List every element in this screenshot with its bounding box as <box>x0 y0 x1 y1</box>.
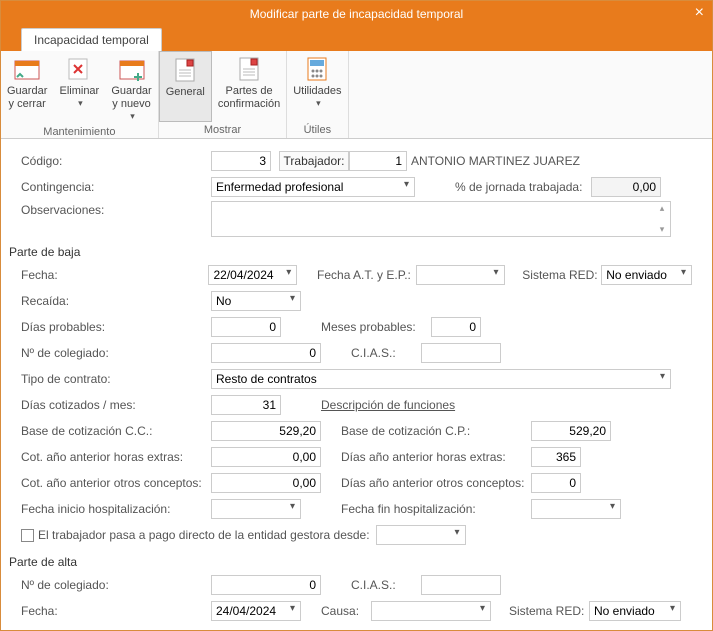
label-fecha-inicio-hosp: Fecha inicio hospitalización: <box>21 502 211 516</box>
fecha-fin-hosp-field[interactable] <box>531 499 621 519</box>
save-new-label: Guardar y nuevo <box>111 85 151 111</box>
save-new-icon <box>117 55 147 83</box>
pago-directo-fecha-field[interactable] <box>376 525 466 545</box>
delete-button[interactable]: Eliminar ▾ <box>53 51 105 124</box>
tipo-contrato-select[interactable] <box>211 369 671 389</box>
group-label-show: Mostrar <box>159 122 287 138</box>
label-cias-alta: C.I.A.S.: <box>351 578 421 592</box>
dias-probables-field[interactable] <box>211 317 281 337</box>
link-descripcion-funciones[interactable]: Descripción de funciones <box>321 398 455 412</box>
save-close-label: Guardar y cerrar <box>7 85 47 111</box>
label-dias-cotizados-mes: Días cotizados / mes: <box>21 398 211 412</box>
observaciones-field[interactable]: ▴▾ <box>211 201 671 237</box>
label-pct-jornada: % de jornada trabajada: <box>455 180 591 194</box>
label-alta-sistema-red: Sistema RED: <box>509 604 589 618</box>
trabajador-num-field[interactable] <box>349 151 407 171</box>
ribbon-group-utils: Utilidades ▾ Útiles <box>287 51 348 138</box>
pct-jornada-field[interactable] <box>591 177 661 197</box>
group-label-utils: Útiles <box>287 122 347 138</box>
baja-sistema-red-select[interactable] <box>601 265 692 285</box>
dialog-window: Modificar parte de incapacidad temporal … <box>0 0 713 631</box>
chevron-down-icon: ▾ <box>78 98 83 109</box>
window-title: Modificar parte de incapacidad temporal <box>250 7 463 21</box>
scroll-arrows[interactable]: ▴▾ <box>655 203 669 235</box>
calculator-icon <box>302 55 332 83</box>
label-meses-probables: Meses probables: <box>321 320 431 334</box>
ribbon: Guardar y cerrar Eliminar ▾ Guardar y nu… <box>1 51 712 139</box>
general-label: General <box>166 86 205 99</box>
label-baja-sistema-red: Sistema RED: <box>522 268 601 282</box>
n-colegiado-baja-field[interactable] <box>211 343 321 363</box>
label-alta-fecha: Fecha: <box>21 604 211 618</box>
label-dias-ano-ant-otros: Días año anterior otros conceptos: <box>341 476 531 490</box>
meses-probables-field[interactable] <box>431 317 481 337</box>
tab-strip: Incapacidad temporal <box>1 27 712 51</box>
trabajador-name: ANTONIO MARTINEZ JUAREZ <box>411 154 580 168</box>
label-pago-directo: El trabajador pasa a pago directo de la … <box>38 528 370 542</box>
title-bar: Modificar parte de incapacidad temporal … <box>1 1 712 27</box>
utilities-label: Utilidades <box>293 85 341 98</box>
utilities-button[interactable]: Utilidades ▾ <box>287 51 347 122</box>
save-close-button[interactable]: Guardar y cerrar <box>1 51 53 124</box>
group-label-maintenance: Mantenimiento <box>1 124 158 140</box>
dias-cotizados-mes-field[interactable] <box>211 395 281 415</box>
contingencia-select[interactable] <box>211 177 415 197</box>
label-dias-ano-ant-horas-extras: Días año anterior horas extras: <box>341 450 531 464</box>
label-base-cot-cc: Base de cotización C.C.: <box>21 424 211 438</box>
label-cias-baja: C.I.A.S.: <box>351 346 421 360</box>
chevron-down-icon: ▾ <box>316 98 321 109</box>
chevron-down-icon: ▾ <box>130 111 135 122</box>
ribbon-group-maintenance: Guardar y cerrar Eliminar ▾ Guardar y nu… <box>1 51 159 138</box>
label-dias-probables: Días probables: <box>21 320 211 334</box>
dias-ano-ant-otros-field[interactable] <box>531 473 581 493</box>
label-observaciones: Observaciones: <box>21 201 211 217</box>
causa-select[interactable] <box>371 601 491 621</box>
close-icon[interactable]: × <box>695 4 704 22</box>
label-causa: Causa: <box>321 604 371 618</box>
cias-baja-field[interactable] <box>421 343 501 363</box>
general-button[interactable]: General <box>159 51 212 122</box>
dias-ano-ant-horas-extras-field[interactable] <box>531 447 581 467</box>
label-cot-ano-ant-horas-extras: Cot. año anterior horas extras: <box>21 450 211 464</box>
fecha-at-ep-field[interactable] <box>416 265 505 285</box>
baja-fecha-field[interactable] <box>208 265 297 285</box>
recaida-select[interactable] <box>211 291 301 311</box>
label-n-colegiado-alta: Nº de colegiado: <box>21 578 211 592</box>
label-codigo: Código: <box>21 154 211 168</box>
label-fecha-fin-hosp: Fecha fin hospitalización: <box>341 502 531 516</box>
label-cot-ano-ant-otros: Cot. año anterior otros conceptos: <box>21 476 211 490</box>
tab-incapacidad-temporal[interactable]: Incapacidad temporal <box>21 28 162 51</box>
confirm-parts-label: Partes de confirmación <box>218 85 280 111</box>
label-recaida: Recaída: <box>21 294 211 308</box>
section-parte-alta: Parte de alta <box>9 555 692 569</box>
label-fecha-at-ep: Fecha A.T. y E.P.: <box>317 268 416 282</box>
base-cot-cc-field[interactable] <box>211 421 321 441</box>
cias-alta-field[interactable] <box>421 575 501 595</box>
label-tipo-contrato: Tipo de contrato: <box>21 372 211 386</box>
label-baja-fecha: Fecha: <box>21 268 208 282</box>
label-trabajador: Trabajador: <box>279 151 349 171</box>
pago-directo-checkbox[interactable] <box>21 529 34 542</box>
section-parte-baja: Parte de baja <box>9 245 692 259</box>
cot-ano-ant-horas-extras-field[interactable] <box>211 447 321 467</box>
n-colegiado-alta-field[interactable] <box>211 575 321 595</box>
document-icon <box>170 56 200 84</box>
form-area: Código: Trabajador: ANTONIO MARTINEZ JUA… <box>1 139 712 631</box>
save-new-button[interactable]: Guardar y nuevo ▾ <box>105 51 157 124</box>
fecha-inicio-hosp-field[interactable] <box>211 499 301 519</box>
alta-fecha-field[interactable] <box>211 601 301 621</box>
delete-label: Eliminar <box>59 85 99 98</box>
ribbon-group-show: General Partes de confirmación Mostrar <box>159 51 288 138</box>
codigo-field[interactable] <box>211 151 271 171</box>
base-cot-cp-field[interactable] <box>531 421 611 441</box>
cot-ano-ant-otros-field[interactable] <box>211 473 321 493</box>
alta-sistema-red-select[interactable] <box>589 601 681 621</box>
delete-icon <box>64 55 94 83</box>
label-n-colegiado-baja: Nº de colegiado: <box>21 346 211 360</box>
save-close-icon <box>12 55 42 83</box>
label-contingencia: Contingencia: <box>21 180 211 194</box>
label-base-cot-cp: Base de cotización C.P.: <box>341 424 531 438</box>
document-icon <box>234 55 264 83</box>
confirm-parts-button[interactable]: Partes de confirmación <box>212 51 286 122</box>
